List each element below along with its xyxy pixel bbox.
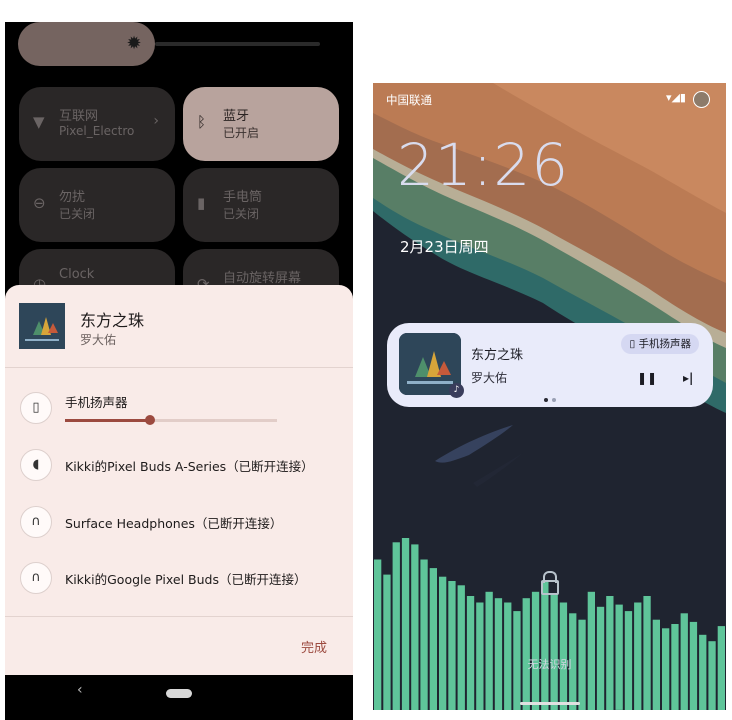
left-phone-screen: ✹ ▼ 互联网 Pixel_Electro › ᛒ 蓝牙 已开启 ⊖ 勿扰 已关… <box>5 22 353 720</box>
flashlight-icon: ▮ <box>197 194 206 212</box>
output-device-label: 手机扬声器 <box>638 338 692 350</box>
tile-subtitle: 已关闭 <box>59 207 96 221</box>
equalizer-bar <box>392 542 400 710</box>
right-phone-lockscreen: 中国联通 ▾◢▮ 21:26 2月23日周四 ♪ 东方之珠 罗大佑 ▯ 手机扬声… <box>373 83 726 710</box>
carrier-label: 中国联通 <box>386 93 432 107</box>
earbud-icon: ◖ <box>20 449 52 481</box>
song-title: 东方之珠 <box>80 311 145 330</box>
device-row-google-pixel-buds[interactable]: ∩ Kikki的Google Pixel Buds（已断开连接） <box>5 562 353 602</box>
chevron-right-icon: › <box>153 113 159 129</box>
tile-title: 蓝牙 <box>223 109 250 124</box>
equalizer-bar <box>485 591 493 710</box>
equalizer-bar <box>643 596 651 710</box>
lock-icon <box>541 580 559 595</box>
status-icons: ▾◢▮ <box>665 91 686 104</box>
home-indicator[interactable] <box>520 702 580 705</box>
unlock-status-text: 无法识别 <box>527 658 572 671</box>
tile-flashlight[interactable]: ▮ 手电筒 已关闭 <box>183 168 339 242</box>
avatar[interactable] <box>693 91 710 108</box>
equalizer-bar <box>401 538 410 710</box>
device-label: 手机扬声器 <box>65 395 128 410</box>
bluetooth-icon: ᛒ <box>197 113 207 131</box>
equalizer-bar <box>374 559 382 710</box>
equalizer-bar <box>383 574 391 710</box>
volume-slider-thumb[interactable] <box>145 415 155 425</box>
wifi-icon: ▼ <box>33 113 45 131</box>
device-row-pixel-buds-a[interactable]: ◖ Kikki的Pixel Buds A-Series（已断开连接） <box>5 449 353 489</box>
equalizer-bar <box>587 591 595 710</box>
lockscreen-clock: 21:26 <box>397 131 570 199</box>
nav-back-icon[interactable]: ‹ <box>77 682 83 698</box>
device-row-surface-headphones[interactable]: ∩ Surface Headphones（已断开连接） <box>5 506 353 546</box>
phone-speaker-icon: ▯ <box>20 392 52 424</box>
equalizer-bar <box>429 568 437 710</box>
equalizer-bar <box>606 596 614 710</box>
tile-title: 自动旋转屏幕 <box>223 271 302 286</box>
divider <box>5 367 353 368</box>
music-note-icon: ♪ <box>449 383 464 398</box>
device-label: Kikki的Pixel Buds A-Series（已断开连接） <box>65 459 314 474</box>
tile-internet[interactable]: ▼ 互联网 Pixel_Electro › <box>19 87 175 161</box>
equalizer-bar <box>708 641 716 710</box>
brightness-icon: ✹ <box>126 33 142 54</box>
equalizer-bar <box>420 559 428 710</box>
tile-title: 勿扰 <box>59 190 86 205</box>
brightness-slider-track[interactable] <box>155 42 320 46</box>
tile-dnd[interactable]: ⊖ 勿扰 已关闭 <box>19 168 175 242</box>
equalizer-bar <box>494 598 503 710</box>
tile-subtitle: Pixel_Electro <box>59 124 135 138</box>
tile-title: Clock <box>59 267 95 282</box>
headphones-icon: ∩ <box>20 562 52 594</box>
equalizer-bar <box>522 598 530 710</box>
media-output-sheet: 东方之珠 罗大佑 ▯ 手机扬声器 ◖ Kikki的Pixel Buds A-Se… <box>5 285 353 675</box>
phone-icon: ▯ <box>629 338 639 350</box>
equalizer-bar <box>699 634 707 710</box>
media-artist: 罗大佑 <box>471 371 508 385</box>
device-label: Kikki的Google Pixel Buds（已断开连接） <box>65 572 307 587</box>
tile-subtitle: 已开启 <box>223 126 260 140</box>
nav-home-pill[interactable] <box>166 689 192 698</box>
tile-subtitle: 已关闭 <box>223 207 260 221</box>
device-row-phone-speaker[interactable]: ▯ 手机扬声器 <box>5 392 353 432</box>
equalizer-bar <box>541 581 549 710</box>
pause-button[interactable]: ❚❚ <box>637 371 657 385</box>
page-indicator-dot-active <box>544 398 548 402</box>
divider <box>5 616 353 617</box>
album-art <box>19 303 65 349</box>
dnd-icon: ⊖ <box>33 194 46 212</box>
lockscreen-date: 2月23日周四 <box>400 238 489 256</box>
equalizer-bar <box>531 591 540 710</box>
equalizer-bar <box>466 596 475 710</box>
song-artist: 罗大佑 <box>80 333 117 347</box>
equalizer-bar <box>550 593 558 710</box>
tile-title: 手电筒 <box>223 190 263 205</box>
equalizer-bar <box>411 544 419 710</box>
volume-slider-track[interactable] <box>150 419 277 422</box>
done-button[interactable]: 完成 <box>301 637 327 656</box>
device-label: Surface Headphones（已断开连接） <box>65 516 283 531</box>
media-player-card[interactable]: ♪ 东方之珠 罗大佑 ▯ 手机扬声器 ❚❚ ▸| <box>387 323 713 407</box>
media-title: 东方之珠 <box>471 348 524 363</box>
volume-slider-fill[interactable] <box>65 419 150 422</box>
page-indicator-dot <box>552 398 556 402</box>
skip-next-button[interactable]: ▸| <box>683 371 693 385</box>
tile-title: 互联网 <box>59 109 99 124</box>
equalizer-bar <box>457 585 465 710</box>
output-device-chip[interactable]: ▯ 手机扬声器 <box>621 334 699 354</box>
equalizer-bar <box>448 581 456 710</box>
headphones-icon: ∩ <box>20 506 52 538</box>
equalizer-bar <box>439 576 447 710</box>
tile-bluetooth[interactable]: ᛒ 蓝牙 已开启 <box>183 87 339 161</box>
